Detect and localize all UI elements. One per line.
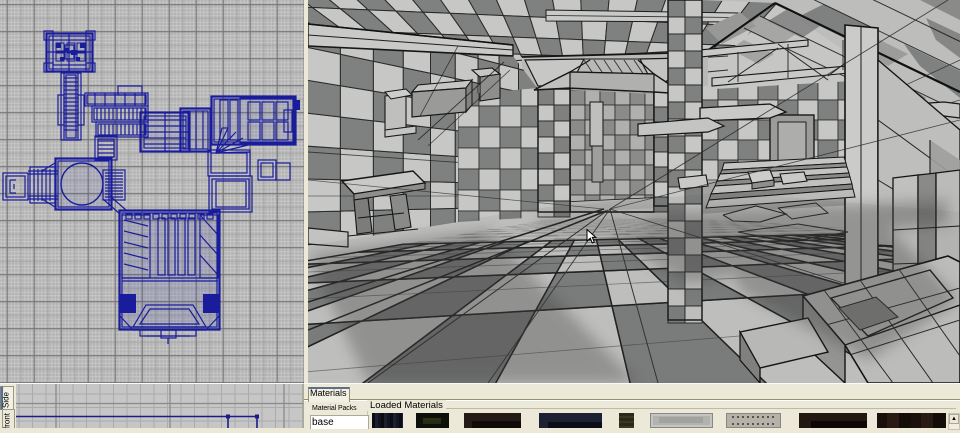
svg-text:front: front [3, 412, 12, 428]
svg-text:Side: Side [2, 391, 11, 408]
